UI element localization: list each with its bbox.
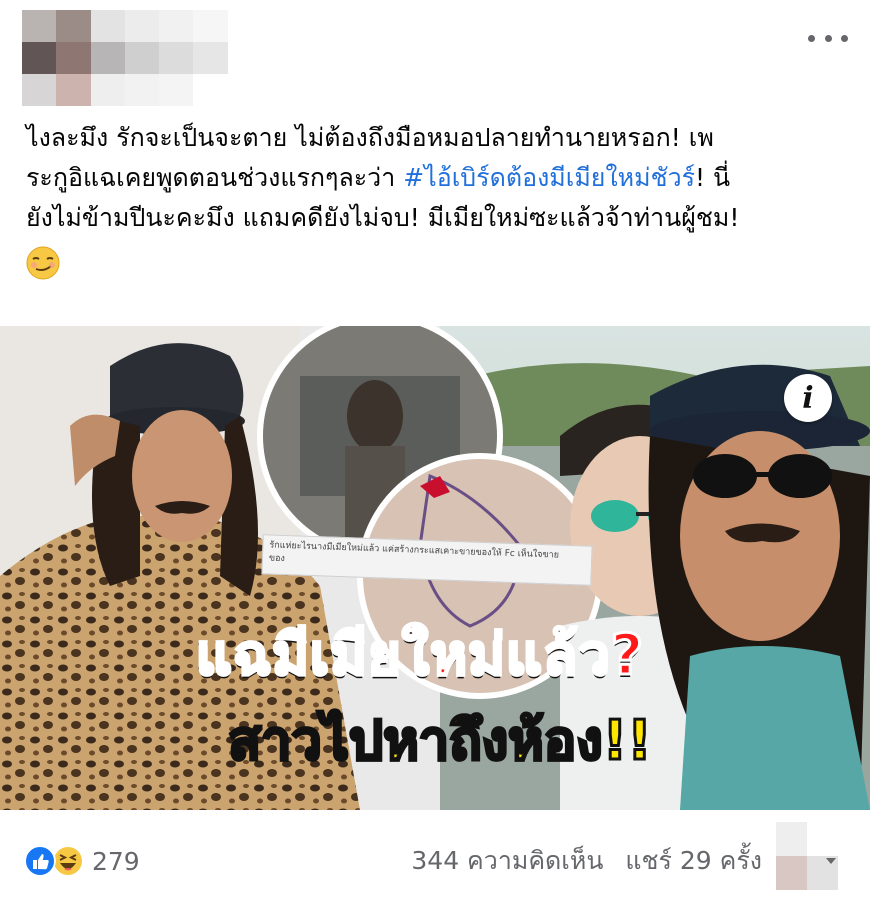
info-button[interactable]: i <box>784 374 832 422</box>
engagement-stats: 344 ความคิดเห็น แชร์ 29 ครั้ง <box>411 844 762 878</box>
news-headline: แฉมีเมียใหม่แล้ว? <box>194 623 645 688</box>
more-dot-icon <box>808 34 815 42</box>
post-text: ไงละมึง รักจะเป็นจะตาย ไม่ต้องถึงมือหมอป… <box>26 118 856 280</box>
more-options-button[interactable] <box>808 26 848 50</box>
post-footer: 279 344 ความคิดเห็น แชร์ 29 ครั้ง <box>0 822 870 900</box>
post-text-line: ยังไม่ข้ามปีนะคะมึง แถมคดียังไม่จบ! มีเม… <box>26 203 740 232</box>
post-text-segment: ระกูอิแฉเคยพูดตอนช่วงแรกๆละว่า <box>26 163 404 192</box>
news-subheadline: สาวไปหาถึงห้อง!! <box>227 709 654 772</box>
post-text-line: ไงละมึง รักจะเป็นจะตาย ไม่ต้องถึงมือหมอป… <box>26 123 714 152</box>
blurred-viewer-avatar[interactable] <box>776 822 838 890</box>
haha-reaction-icon <box>52 845 84 877</box>
chevron-down-icon[interactable] <box>826 858 836 864</box>
shares-count-link[interactable]: แชร์ 29 ครั้ง <box>625 846 762 875</box>
more-dot-icon <box>841 34 848 42</box>
post-header <box>0 0 870 120</box>
reaction-count: 279 <box>92 846 140 876</box>
more-dot-icon <box>824 34 832 42</box>
comments-count-link[interactable]: 344 ความคิดเห็น <box>411 846 603 875</box>
shared-news-image[interactable]: รักแห่ยะไรนางมีเมียใหม่แล้ว แค่สร้างกระแ… <box>0 326 870 810</box>
smirk-emoji-icon <box>26 246 60 280</box>
post-text-line: ระกูอิแฉเคยพูดตอนช่วงแรกๆละว่า #ไอ้เบิร์… <box>26 158 856 198</box>
like-reaction-icon <box>24 845 56 877</box>
post-text-line <box>26 238 856 280</box>
blurred-author-avatar-and-name[interactable] <box>22 10 262 106</box>
post-text-segment: ! นี่ <box>695 163 731 192</box>
hashtag-link[interactable]: #ไอ้เบิร์ดต้องมีเมียใหม่ชัวร์ <box>403 163 695 192</box>
reactions-summary[interactable]: 279 <box>24 844 140 878</box>
